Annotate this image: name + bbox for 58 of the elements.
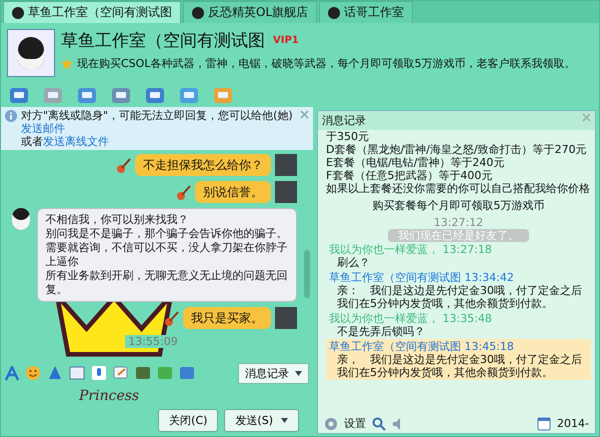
photo-placeholder: [275, 181, 297, 203]
history-text: D套餐（黑龙炮/雷神/海皇之怒/致命打击）等于270元: [326, 143, 588, 156]
message-input-field[interactable]: Princess: [1, 386, 313, 407]
sender-line: 我以为你也一样爱蓝， 13:35:48: [329, 312, 493, 325]
chat-tab[interactable]: 话哥工作室: [319, 1, 414, 23]
settings-icon[interactable]: [324, 416, 338, 430]
sent-message: 不走担保我怎么给你？: [135, 154, 271, 176]
history-text: 于350元: [326, 130, 370, 143]
notice-text: 对方"离线或隐身"，可能无法立即回复，您可以给他(她) 发送邮件 或者发送离线文件: [21, 109, 294, 148]
calendar-icon[interactable]: [537, 416, 552, 430]
photo-placeholder: [275, 154, 297, 176]
scrollbar[interactable]: [304, 250, 310, 298]
history-message: 亲， 我们是这边是先付定金30哦，付了定金之后我们在5分钟内发货哦，其他余额货到付款。: [336, 353, 583, 379]
history-time: 13:27:12: [432, 216, 484, 229]
caret-icon[interactable]: [295, 370, 302, 376]
font-icon[interactable]: [5, 366, 19, 380]
info-icon: [5, 110, 17, 122]
smiley-icon[interactable]: [25, 365, 41, 381]
guitar-icon: [177, 185, 191, 201]
status-message: 现在购买CSOL各种武器，雷神，电锯，破晓等武器，每个月即可领取5万游戏币，老客户联系我领取。: [77, 56, 576, 71]
history-text: 如果以上套餐还没你需要的你可以自己搭配我给你价格: [326, 182, 591, 195]
sticker-caption: Princess: [79, 388, 140, 404]
history-message: 刷么？: [336, 256, 371, 269]
star-icon: [61, 58, 73, 70]
guitar-icon: [165, 311, 179, 327]
received-message: 不相信我，你可以别来找我？ 别问我是不是骗子，那个骗子会告诉你他的骗子。 需要就咨询，不信可以不买，没人拿刀架在你脖子上逼你 所有业务款到开刷，无聊无意义无止境的问题无回复。: [36, 208, 297, 302]
guitar-icon: [117, 158, 131, 174]
settings-label[interactable]: 设置: [344, 416, 366, 431]
penguin-avatar-icon: [7, 29, 55, 77]
search-icon[interactable]: [372, 416, 386, 430]
panel-title: 消息记录: [322, 113, 366, 128]
close-icon[interactable]: [582, 113, 591, 122]
close-icon[interactable]: [300, 110, 309, 119]
sender-line: 草鱼工作室（空间有测试图 13:45:18: [329, 340, 515, 353]
vip-label: VIP1: [273, 35, 299, 46]
action-button[interactable]: 发送(S): [224, 409, 299, 432]
penguin-avatar-icon: [9, 208, 33, 232]
contact-name: 草鱼工作室（空间有测试图: [61, 30, 265, 52]
send-offline-file-link[interactable]: 发送离线文件: [43, 135, 109, 148]
caret-icon[interactable]: [281, 418, 288, 423]
sent-message: 别说信誉。: [195, 181, 271, 203]
send-mail-link[interactable]: 发送邮件: [21, 122, 65, 135]
system-message: 我们现在已经是好友了。: [388, 229, 529, 242]
sent-message: 我只是买家。: [183, 307, 271, 329]
chat-tab[interactable]: 草鱼工作室（空间有测试图: [3, 1, 181, 23]
history-message: 不是先弄后锁吗？: [336, 325, 426, 338]
message-history-button[interactable]: 消息记录: [238, 362, 309, 384]
sender-line: 我以为你也一样爱蓝， 13:27:18: [329, 243, 493, 256]
history-text: F套餐（任意5把武器）等于400元: [326, 169, 494, 182]
photo-placeholder: [275, 307, 297, 329]
sender-line: 草鱼工作室（空间有测试图 13:34:42: [329, 271, 515, 284]
history-text: 购买套餐每个月即可领取5万游戏币: [372, 199, 546, 212]
action-button[interactable]: 关闭(C): [158, 409, 218, 432]
chat-tab[interactable]: 反恐精英OL旗舰店: [183, 1, 318, 23]
history-text: E套餐（电锯/电钻/雷神）等于240元: [326, 156, 506, 169]
date-label: 2014-: [557, 417, 589, 430]
pencil-note-icon[interactable]: [113, 365, 129, 381]
history-message: 亲： 我们是这边是先付定金30哦，付了定金之后我们在5分钟内发货哦，其他余额货到付款。: [336, 284, 583, 310]
